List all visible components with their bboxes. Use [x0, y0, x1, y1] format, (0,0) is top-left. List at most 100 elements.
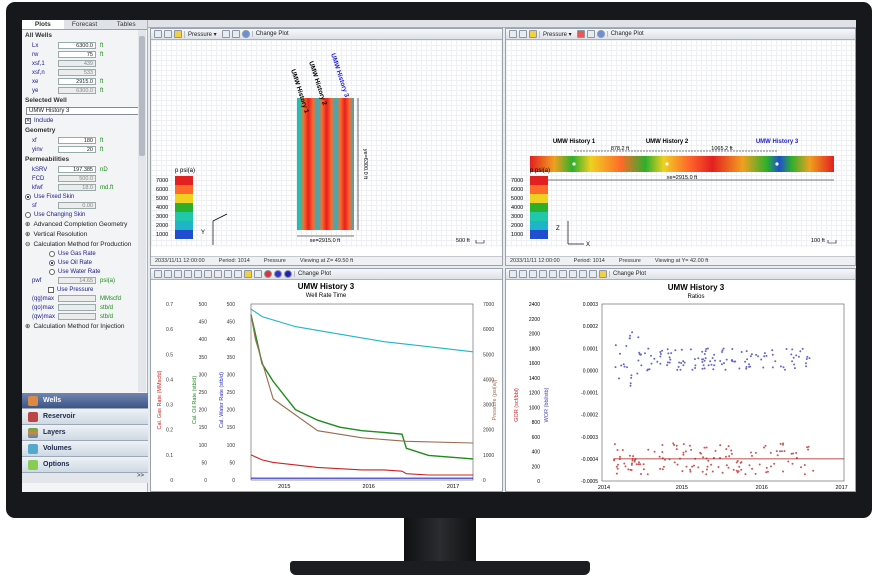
fixed-skin-radio[interactable]: Use Fixed Skin — [22, 192, 147, 201]
rotate-icon[interactable] — [519, 30, 527, 38]
scatter-point — [776, 454, 779, 457]
scatter-point — [711, 470, 714, 473]
radiation-icon[interactable] — [529, 30, 537, 38]
skin-field[interactable]: 0.00 — [58, 202, 96, 209]
radiation-icon[interactable] — [244, 270, 252, 278]
zoom-out-icon[interactable] — [194, 270, 202, 278]
calc-injection-toggle[interactable]: ⊕ Calculation Method for Injection — [22, 321, 147, 331]
pressure-dropdown[interactable]: Pressure ▾ — [184, 30, 220, 38]
rotate-icon[interactable] — [164, 30, 172, 38]
select-icon[interactable] — [509, 30, 517, 38]
well-marker-1 — [572, 162, 576, 166]
panel-bottom-right: Change Plot UMW History 3 Ratios GOR (sc… — [505, 268, 856, 492]
scatter-point — [719, 444, 722, 447]
max-rate-field[interactable] — [58, 295, 96, 302]
pressure-dropdown[interactable]: Pressure ▾ — [539, 30, 575, 38]
advanced-geometry-toggle[interactable]: ⊕ Advanced Completion Geometry — [22, 219, 147, 229]
more-button[interactable]: >> — [22, 473, 148, 483]
zoom-out-icon[interactable] — [549, 270, 557, 278]
all-wells-field[interactable]: 75 — [58, 51, 96, 58]
change-plot-button[interactable]: Change Plot — [251, 31, 292, 37]
red-series-icon[interactable] — [264, 270, 272, 278]
zoom-icon[interactable] — [519, 270, 527, 278]
status-viewing: Viewing at Z= 49.50 ft — [299, 258, 354, 264]
all-wells-field[interactable]: 6300.0 — [58, 87, 96, 94]
scatter-point — [805, 362, 807, 365]
tab-forecast[interactable]: Forecast — [64, 20, 106, 29]
copy-icon[interactable] — [579, 270, 587, 278]
nav-reservoir[interactable]: Reservoir — [22, 409, 148, 425]
use-water-rate-radio[interactable]: Use Water Rate — [46, 267, 147, 276]
print-icon[interactable] — [576, 30, 585, 38]
zoom-box-icon[interactable] — [174, 270, 182, 278]
change-plot-button[interactable]: Change Plot — [606, 31, 647, 37]
changing-skin-radio[interactable]: Use Changing Skin — [22, 210, 147, 219]
y-tick-label: 150 — [227, 425, 236, 431]
scatter-point — [787, 460, 790, 463]
scatter-point — [774, 360, 777, 363]
print-icon[interactable] — [221, 30, 230, 38]
scatter-point — [707, 459, 710, 462]
advanced-geometry-label: Advanced Completion Geometry — [33, 220, 128, 228]
print-icon[interactable] — [214, 270, 222, 278]
fixed-skin-label: Use Fixed Skin — [34, 193, 75, 200]
window-icon[interactable] — [589, 270, 597, 278]
zoom-in-icon[interactable] — [184, 270, 192, 278]
help-icon[interactable] — [241, 30, 250, 38]
window-icon[interactable] — [586, 30, 595, 38]
help-icon[interactable] — [596, 30, 605, 38]
zoom-box-icon[interactable] — [529, 270, 537, 278]
change-plot-button[interactable]: Change Plot — [294, 271, 334, 277]
perm-field[interactable]: 18.0 — [58, 184, 96, 191]
nav-volumes[interactable]: Volumes — [22, 441, 148, 457]
pwf-field[interactable]: 14.65 — [58, 277, 96, 284]
scatter-point — [745, 367, 748, 370]
pan-icon[interactable] — [204, 270, 212, 278]
geometry-field[interactable]: 180 — [58, 137, 96, 144]
left-scrollbar[interactable] — [138, 30, 146, 392]
vertical-resolution-toggle[interactable]: ⊕ Vertical Resolution — [22, 229, 147, 239]
scatter-point — [678, 361, 681, 364]
all-wells-field[interactable]: 6300.0 — [58, 42, 96, 49]
perm-field[interactable]: 500.0 — [58, 175, 96, 182]
tab-tables[interactable]: Tables — [105, 20, 147, 29]
include-checkbox[interactable]: ✕ Include — [22, 116, 147, 125]
window-icon[interactable] — [234, 270, 242, 278]
all-wells-field[interactable]: 533 — [58, 69, 96, 76]
perm-row: kfwf 18.0 md.ft — [22, 183, 147, 192]
change-plot-button[interactable]: Change Plot — [609, 271, 649, 277]
max-rate-field[interactable] — [58, 313, 96, 320]
copy-icon[interactable] — [224, 270, 232, 278]
select-icon[interactable] — [154, 30, 162, 38]
nav-wells[interactable]: Wells — [22, 393, 148, 409]
radiation-icon[interactable] — [174, 30, 182, 38]
scroll-thumb[interactable] — [139, 36, 145, 156]
chart-icon[interactable] — [254, 270, 262, 278]
perm-field[interactable]: 197.385 — [58, 166, 96, 173]
use-pressure-checkbox[interactable]: Use Pressure — [22, 285, 147, 294]
print-icon[interactable] — [569, 270, 577, 278]
zoom-in-icon[interactable] — [539, 270, 547, 278]
use-gas-rate-radio[interactable]: Use Gas Rate — [46, 249, 147, 258]
window-icon[interactable] — [231, 30, 240, 38]
geometry-field[interactable]: 20 — [58, 146, 96, 153]
blue-series-icon[interactable] — [274, 270, 282, 278]
calc-production-toggle[interactable]: ⊖ Calculation Method for Production — [22, 239, 147, 249]
select-icon[interactable] — [154, 270, 162, 278]
all-wells-field[interactable]: 2915.0 — [58, 78, 96, 85]
scatter-point — [763, 352, 766, 355]
use-oil-rate-radio[interactable]: Use Oil Rate — [46, 258, 147, 267]
scatter-point — [803, 464, 806, 466]
nav-layers[interactable]: Layers — [22, 425, 148, 441]
well-select[interactable]: UMW History 3 — [26, 107, 143, 115]
pan-icon[interactable] — [559, 270, 567, 278]
navy-series-icon[interactable] — [284, 270, 292, 278]
select-icon[interactable] — [509, 270, 517, 278]
radiation-icon[interactable] — [599, 270, 607, 278]
max-rate-field[interactable] — [58, 304, 96, 311]
nav-options[interactable]: Options — [22, 457, 148, 473]
tab-plots[interactable]: Plots — [22, 20, 64, 29]
zoom-icon[interactable] — [164, 270, 172, 278]
all-wells-row: xsf,n 533 — [22, 68, 147, 77]
all-wells-field[interactable]: 439 — [58, 60, 96, 67]
